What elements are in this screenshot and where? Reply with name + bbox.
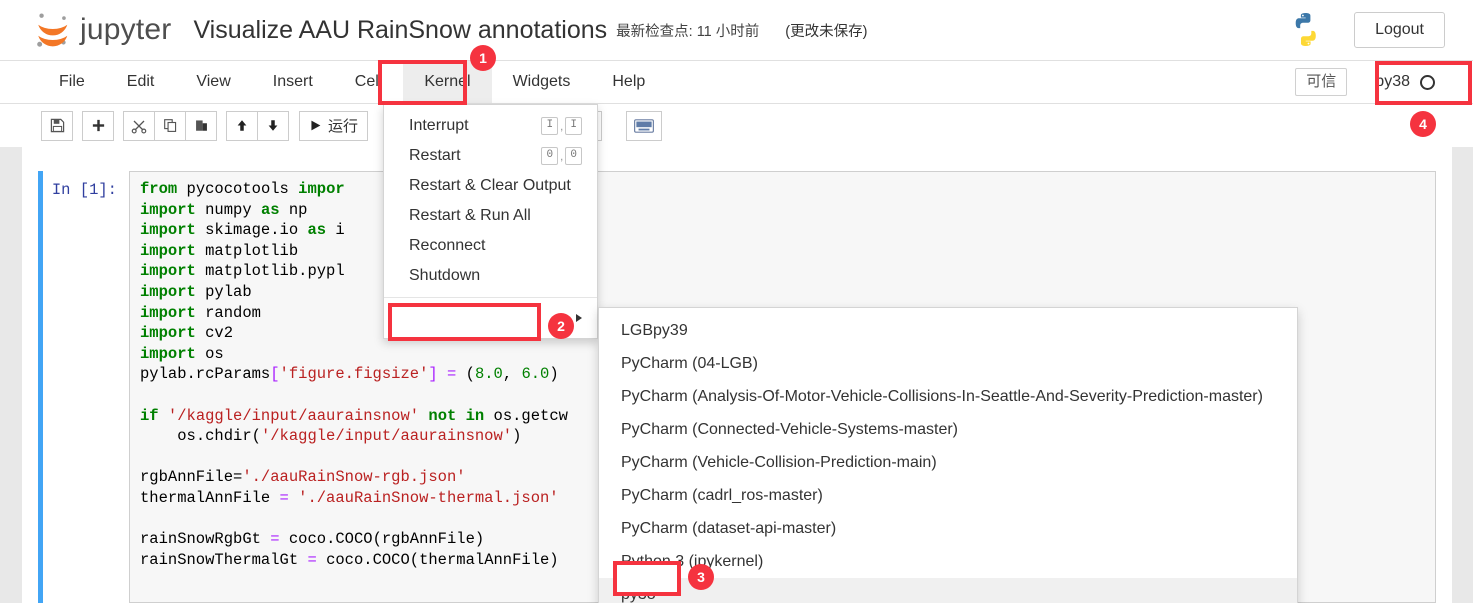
brand-text: jupyter: [80, 13, 172, 46]
menu-file[interactable]: File: [38, 61, 106, 103]
kernel-option-lgbpy39[interactable]: LGBpy39: [599, 314, 1297, 347]
menu-items: File Edit View Insert Cell Kernel Widget…: [38, 61, 666, 103]
kernel-option-pycharm-04-lgb[interactable]: PyCharm (04-LGB): [599, 347, 1297, 380]
unsaved-indicator: (更改未保存): [785, 23, 868, 40]
annotation-badge-1: 1: [470, 45, 496, 71]
kernel-option-pycharm-analysis-seattle[interactable]: PyCharm (Analysis-Of-Motor-Vehicle-Colli…: [599, 380, 1297, 413]
toolbar-group-move: [226, 110, 289, 141]
keyboard-icon: [634, 118, 654, 133]
kernel-indicator[interactable]: py38: [1365, 70, 1445, 94]
menu-view[interactable]: View: [175, 61, 251, 103]
move-cell-up-button[interactable]: [226, 110, 258, 141]
kernel-menu-restart-run-all[interactable]: Restart & Run All: [384, 201, 597, 231]
kbd-key: I: [565, 117, 582, 135]
annotation-badge-4: 4: [1410, 111, 1436, 137]
toolbar-group-palette: [626, 110, 663, 141]
toolbar-group-save: [41, 110, 73, 141]
run-label: 运行: [328, 118, 359, 135]
toolbar-group-run: 运行: [299, 110, 369, 141]
toolbar: 运行: [0, 104, 1473, 147]
kernel-option-pycharm-cadrl-ros[interactable]: PyCharm (cadrl_ros-master): [599, 479, 1297, 512]
kernel-menu-shutdown[interactable]: Shutdown: [384, 261, 597, 291]
jupyter-notebook-window: jupyter Visualize AAU RainSnow annotatio…: [0, 0, 1473, 603]
app-header: jupyter Visualize AAU RainSnow annotatio…: [0, 0, 1473, 61]
menu-insert[interactable]: Insert: [252, 61, 334, 103]
jupyter-mark-icon: [37, 13, 68, 47]
save-button[interactable]: [41, 110, 73, 141]
menu-help[interactable]: Help: [591, 61, 666, 103]
kbd-key: 0: [541, 147, 559, 165]
trusted-badge[interactable]: 可信: [1295, 68, 1348, 96]
kernel-menu-interrupt[interactable]: Interrupt I, I: [384, 111, 597, 141]
menu-bar: File Edit View Insert Cell Kernel Widget…: [0, 61, 1473, 104]
command-palette-button[interactable]: [626, 110, 663, 141]
header-right-group: Logout: [1286, 10, 1445, 50]
jupyter-logo[interactable]: jupyter: [32, 10, 171, 50]
kernel-menu-restart-clear-output[interactable]: Restart & Clear Output: [384, 171, 597, 201]
kernel-option-pycharm-connected-vehicle[interactable]: PyCharm (Connected-Vehicle-Systems-maste…: [599, 413, 1297, 446]
cut-button[interactable]: [123, 110, 155, 141]
kernel-menu-interrupt-keys: I, I: [541, 117, 582, 135]
paste-button[interactable]: [185, 110, 217, 141]
kernel-option-pycharm-dataset-api[interactable]: PyCharm (dataset-api-master): [599, 512, 1297, 545]
kernel-option-pycharm-vehicle-collision[interactable]: PyCharm (Vehicle-Collision-Prediction-ma…: [599, 446, 1297, 479]
toolbar-group-clipboard: [123, 110, 217, 141]
notebook-title[interactable]: Visualize AAU RainSnow annotations: [193, 16, 607, 45]
kbd-key: I: [541, 117, 559, 135]
kernel-indicator-name: py38: [1375, 73, 1410, 90]
kernel-menu-restart-keys: 0, 0: [541, 147, 582, 165]
menu-cell[interactable]: Cell: [334, 61, 404, 103]
insert-cell-button[interactable]: [82, 110, 114, 141]
kernel-dropdown-menu: Interrupt I, I Restart 0, 0 Restart & Cl…: [383, 104, 598, 339]
arrow-up-icon: [237, 120, 247, 131]
kernel-menu-reconnect[interactable]: Reconnect: [384, 231, 597, 261]
play-icon: [311, 120, 321, 131]
change-kernel-submenu: LGBpy39 PyCharm (04-LGB) PyCharm (Analys…: [598, 307, 1298, 603]
kernel-menu-interrupt-label: Interrupt: [409, 117, 469, 134]
annotation-badge-2: 2: [548, 313, 574, 339]
kernel-menu-restart[interactable]: Restart 0, 0: [384, 141, 597, 171]
kernel-idle-circle-icon: [1420, 74, 1435, 90]
kbd-key: 0: [565, 147, 582, 165]
python-logo-icon: [1295, 13, 1316, 46]
kernel-menu-change-kernel-label: Change kernel: [409, 309, 514, 326]
kernel-menu-separator: [384, 297, 597, 298]
menu-edit[interactable]: Edit: [106, 61, 176, 103]
toolbar-group-add: [82, 110, 114, 141]
chevron-right-icon: [576, 314, 582, 322]
checkpoint-text: 最新检查点: 11 小时前: [616, 23, 760, 40]
logout-button[interactable]: Logout: [1354, 12, 1445, 48]
scissors-icon: [131, 120, 147, 134]
save-icon: [50, 118, 64, 133]
copy-icon: [163, 119, 176, 132]
annotation-badge-3: 3: [688, 564, 714, 590]
menu-bar-right: 可信 py38: [1295, 61, 1445, 103]
arrow-down-icon: [268, 120, 278, 131]
cell-prompt: In [1]:: [51, 181, 117, 199]
menu-widgets[interactable]: Widgets: [492, 61, 592, 103]
move-cell-down-button[interactable]: [257, 110, 289, 141]
kernel-menu-restart-label: Restart: [409, 147, 461, 164]
paste-icon: [195, 120, 207, 131]
run-cell-button[interactable]: 运行: [299, 110, 369, 141]
copy-button[interactable]: [154, 110, 186, 141]
plus-icon: [92, 119, 104, 132]
